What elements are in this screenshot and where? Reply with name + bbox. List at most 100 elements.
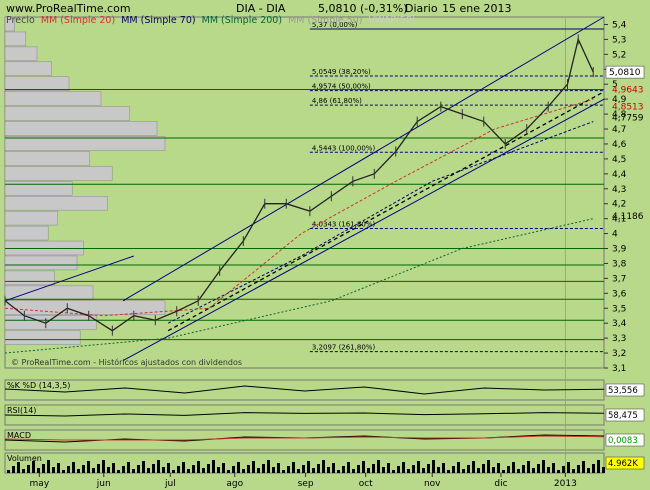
y-tick-label: 4,3 bbox=[612, 185, 626, 195]
y-tick-label: 4,6 bbox=[612, 140, 627, 150]
volume-profile-bar bbox=[4, 330, 81, 345]
x-tick-label: oct bbox=[359, 479, 373, 489]
price-level-label: 4,7759 bbox=[612, 114, 644, 124]
volume-bar bbox=[177, 466, 180, 473]
volume-profile-bar bbox=[4, 61, 52, 76]
volume-profile-bar bbox=[4, 210, 59, 226]
volume-profile-bar bbox=[4, 151, 91, 166]
y-tick-label: 5,3 bbox=[612, 35, 626, 45]
volume-bar bbox=[237, 462, 240, 473]
volume-bar bbox=[317, 464, 320, 473]
volume-bar bbox=[507, 466, 510, 473]
volume-bar bbox=[417, 461, 420, 473]
volume-bar bbox=[207, 464, 210, 473]
volume-bar bbox=[532, 468, 535, 473]
volume-bar bbox=[122, 466, 125, 473]
volume-profile-bar bbox=[4, 285, 94, 301]
volume-bar bbox=[427, 464, 430, 473]
volume-bar bbox=[572, 469, 575, 473]
volume-bar bbox=[342, 466, 345, 473]
volume-bar bbox=[97, 464, 100, 473]
volume-bar bbox=[387, 463, 390, 473]
y-tick-label: 4,7 bbox=[612, 125, 626, 135]
volume-bar bbox=[252, 461, 255, 473]
watermark: © ProRealTime.com - Históricos ajustados… bbox=[11, 357, 242, 367]
volume-profile-bar bbox=[4, 166, 113, 181]
volume-bar bbox=[172, 470, 175, 473]
volume-bar bbox=[102, 460, 105, 473]
y-tick-label: 3,8 bbox=[612, 259, 627, 269]
volume-bar bbox=[292, 462, 295, 473]
volume-bar bbox=[352, 469, 355, 473]
volume-bar bbox=[92, 468, 95, 473]
volume-bar bbox=[302, 465, 305, 473]
volume-bar bbox=[567, 462, 570, 473]
volume-bar bbox=[12, 466, 15, 473]
volume-bar bbox=[287, 466, 290, 473]
y-tick-label: 3,1 bbox=[612, 364, 626, 374]
indicator-value-label: 4.962K bbox=[608, 459, 638, 469]
volume-bar bbox=[597, 460, 600, 473]
volume-bar bbox=[162, 467, 165, 473]
indicator-value-label: 0,0083 bbox=[608, 436, 638, 446]
volume-bar bbox=[452, 466, 455, 473]
volume-profile-bar bbox=[4, 225, 49, 241]
x-tick-label: sep bbox=[298, 479, 314, 489]
volume-bar bbox=[407, 469, 410, 473]
panel-title: %K %D (14,3,5) bbox=[7, 381, 70, 390]
volume-bar bbox=[57, 463, 60, 473]
volume-profile-bar bbox=[4, 121, 158, 136]
volume-bar bbox=[562, 466, 565, 473]
volume-bar bbox=[117, 470, 120, 473]
volume-bar bbox=[412, 465, 415, 473]
volume-bar bbox=[27, 465, 30, 473]
volume-bar bbox=[87, 461, 90, 473]
volume-bar bbox=[367, 468, 370, 473]
volume-bar bbox=[577, 465, 580, 473]
volume-bar bbox=[372, 464, 375, 473]
volume-bar bbox=[447, 470, 450, 473]
legend-item-sma20: MM (Simple 20) bbox=[40, 15, 116, 26]
volume-bar bbox=[462, 469, 465, 473]
volume-bar bbox=[527, 461, 530, 473]
volume-bar bbox=[282, 470, 285, 473]
fibonacci-level-label: 4,9574 (50,00%) bbox=[312, 83, 371, 91]
volume-bar bbox=[537, 464, 540, 473]
volume-bar bbox=[492, 467, 495, 473]
fibonacci-level-label: 4,86 (61,80%) bbox=[312, 97, 362, 105]
y-tick-label: 3,5 bbox=[612, 304, 626, 314]
volume-bar bbox=[442, 463, 445, 473]
volume-bar bbox=[312, 468, 315, 473]
legend-item-sma70: MM (Simple 70) bbox=[121, 15, 196, 26]
volume-bar bbox=[242, 469, 245, 473]
legend-item-sma200: MM (Simple 200) bbox=[201, 15, 283, 26]
volume-bar bbox=[47, 460, 50, 473]
volume-bar bbox=[217, 467, 220, 473]
chart-date: 15 ene 2013 bbox=[442, 2, 512, 15]
volume-bar bbox=[497, 463, 500, 473]
volume-bar bbox=[112, 463, 115, 473]
y-tick-label: 3,2 bbox=[612, 349, 626, 359]
volume-profile-bar bbox=[4, 136, 166, 151]
volume-bar bbox=[467, 465, 470, 473]
x-tick-label: may bbox=[30, 479, 50, 489]
volume-bar bbox=[377, 460, 380, 473]
volume-bar bbox=[202, 468, 205, 473]
fibonacci-level-label: 5,0549 (38,20%) bbox=[312, 68, 371, 76]
volume-bar bbox=[137, 465, 140, 473]
volume-bar bbox=[542, 460, 545, 473]
volume-bar bbox=[477, 468, 480, 473]
volume-profile-bar bbox=[4, 31, 27, 47]
volume-bar bbox=[107, 467, 110, 473]
volume-bar bbox=[37, 468, 40, 473]
volume-bar bbox=[522, 465, 525, 473]
site-name: www.ProRealTime.com bbox=[6, 2, 131, 15]
fibonacci-level-label: 3,2097 (261,80%) bbox=[312, 344, 376, 352]
volume-bar bbox=[17, 462, 20, 473]
volume-bar bbox=[547, 467, 550, 473]
volume-bar bbox=[337, 470, 340, 473]
volume-bar bbox=[582, 461, 585, 473]
x-tick-label: dic bbox=[494, 479, 507, 489]
volume-bar bbox=[482, 464, 485, 473]
y-tick-label: 4,4 bbox=[612, 170, 627, 180]
